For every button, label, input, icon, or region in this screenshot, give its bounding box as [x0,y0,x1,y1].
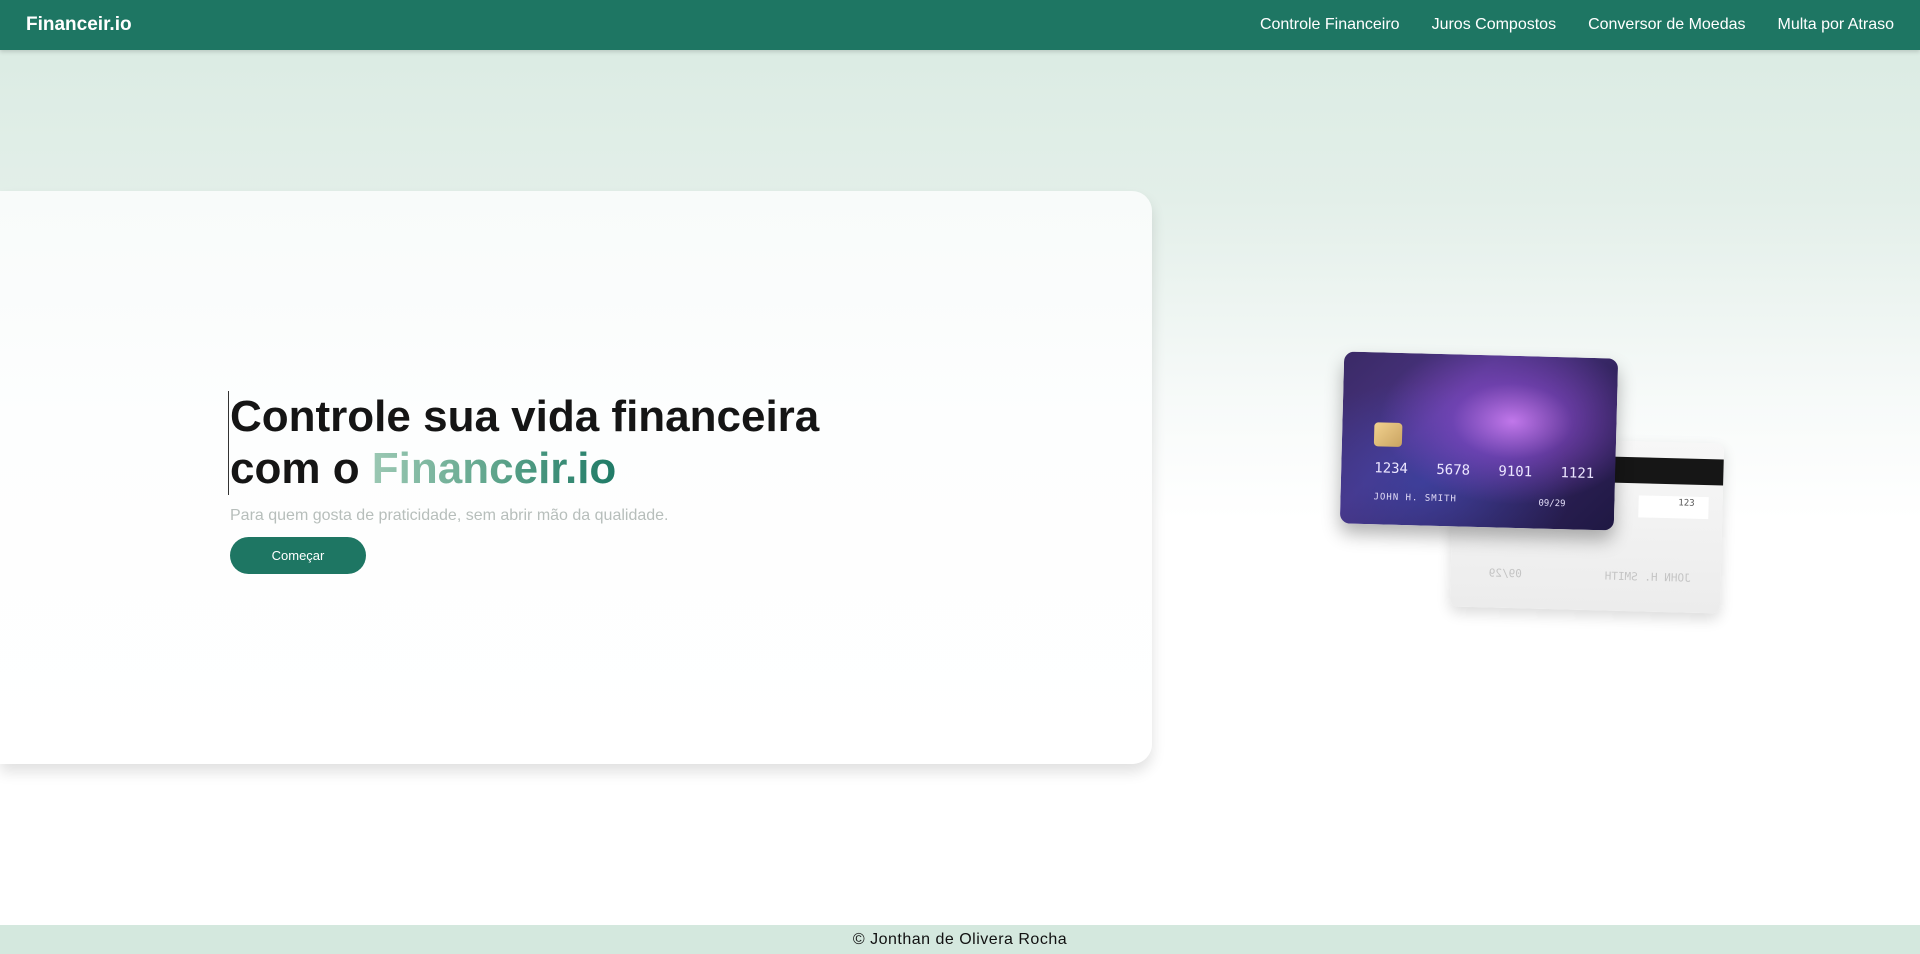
card-number-group: 1121 [1560,465,1595,483]
hero-headline: Controle sua vida financeira com o Finan… [228,391,930,495]
card-back-mirrored-holder: JOHN H. SMITH [1604,569,1691,585]
headline-line-1: Controle sua vida financeira [230,392,820,441]
footer-copyright: © Jonthan de Olivera Rocha [852,930,1068,948]
chip-icon [1373,422,1403,447]
nav-link-conversor-de-moedas[interactable]: Conversor de Moedas [1588,16,1745,33]
card-holder-name: JOHN H. SMITH [1373,492,1458,505]
nav-item: Controle Financeiro [1260,16,1400,34]
nav-item: Juros Compostos [1432,16,1557,34]
nav-item: Conversor de Moedas [1588,16,1745,34]
nav-link-juros-compostos[interactable]: Juros Compostos [1432,16,1557,33]
card-number-group: 9101 [1498,463,1533,481]
nav-links: Controle Financeiro Juros Compostos Conv… [1260,16,1894,34]
credit-card-front: 1234 5678 9101 1121 JOHN H. SMITH 09/29 [1339,351,1619,531]
top-navbar: Financeir.io Controle Financeiro Juros C… [0,0,1920,50]
hero-content: Controle sua vida financeira com o Finan… [228,391,930,574]
hero-subtitle: Para quem gosta de praticidade, sem abri… [230,507,669,524]
start-button[interactable]: Começar [230,537,366,574]
card-number-group: 1234 [1374,460,1409,478]
brand-logo-link[interactable]: Financeir.io [26,14,132,36]
card-expiry: 09/29 [1538,498,1566,510]
card-back-mirrored-expiry: 09/29 [1488,566,1522,581]
headline-line-2-prefix: com o [230,444,372,493]
nav-item: Multa por Atraso [1778,16,1895,34]
nav-link-multa-por-atraso[interactable]: Multa por Atraso [1778,16,1895,33]
page-footer: © Jonthan de Olivera Rocha [0,925,1920,954]
nav-link-controle-financeiro[interactable]: Controle Financeiro [1260,16,1400,33]
hero-card: Controle sua vida financeira com o Finan… [0,191,1152,764]
headline-brand-accent: Financeir.io [371,444,617,493]
card-cvv: 123 [1678,498,1695,509]
card-number: 1234 5678 9101 1121 [1374,460,1594,482]
credit-cards-illustration: 123 09/29 JOHN H. SMITH 1234 5678 9101 1… [1330,345,1750,625]
signature-panel: 123 [1638,495,1709,520]
card-number-group: 5678 [1436,461,1471,479]
